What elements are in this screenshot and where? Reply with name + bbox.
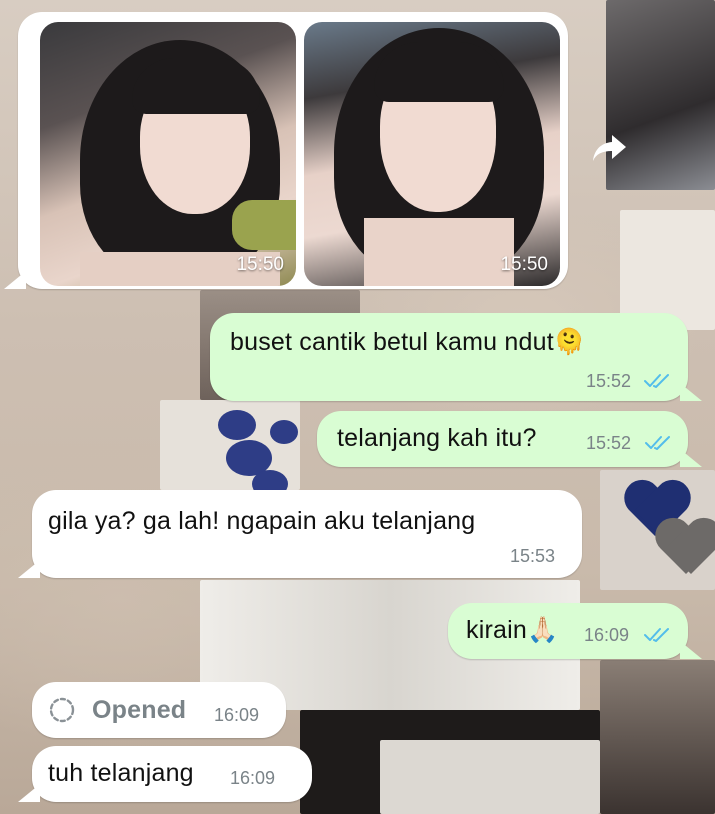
message-timestamp: 16:09 <box>214 705 260 725</box>
view-once-opened-message[interactable]: Opened 16:09 <box>32 682 286 738</box>
photo-album-message[interactable]: 15:50 15:50 <box>4 12 568 289</box>
message-text: kirain🙏🏻 <box>466 616 559 644</box>
photo-thumbnail[interactable]: 15:50 <box>304 22 560 286</box>
incoming-message[interactable]: tuh telanjang 16:09 <box>18 746 312 802</box>
message-timestamp: 16:09 <box>230 768 276 788</box>
message-timestamp: 15:52 <box>586 433 632 453</box>
wallpaper-poster <box>600 660 715 814</box>
message-timestamp: 15:53 <box>510 546 556 566</box>
incoming-message[interactable]: gila ya? ga lah! ngapain aku telanjang 1… <box>18 490 582 578</box>
double-check-icon <box>645 435 671 451</box>
message-text: gila ya? ga lah! ngapain aku telanjang <box>48 507 476 535</box>
double-check-icon <box>644 627 670 643</box>
message-text: buset cantik betul kamu ndut🫠 <box>230 328 586 356</box>
heart-decoration <box>655 520 715 576</box>
message-timestamp: 16:09 <box>584 625 630 645</box>
wallpaper-poster <box>620 210 715 330</box>
message-text: Opened <box>92 696 187 724</box>
wallpaper-poster <box>380 740 600 814</box>
view-once-opened-icon <box>48 696 76 724</box>
wallpaper-decoration <box>270 420 298 444</box>
forward-button[interactable] <box>588 128 632 172</box>
photo-timestamp: 15:50 <box>236 254 284 275</box>
outgoing-message[interactable]: buset cantik betul kamu ndut🫠 15:52 <box>210 313 702 401</box>
double-check-icon <box>644 373 670 389</box>
photo-thumbnail[interactable]: 15:50 <box>40 22 296 286</box>
outgoing-message[interactable]: telanjang kah itu? 15:52 <box>317 411 702 467</box>
forward-icon <box>592 133 628 168</box>
message-timestamp: 15:52 <box>586 371 632 391</box>
outgoing-message[interactable]: kirain🙏🏻 16:09 <box>448 603 702 659</box>
message-text: tuh telanjang <box>48 759 194 787</box>
wallpaper-decoration <box>218 410 256 440</box>
photo-timestamp: 15:50 <box>500 254 548 275</box>
message-text: telanjang kah itu? <box>337 424 537 452</box>
